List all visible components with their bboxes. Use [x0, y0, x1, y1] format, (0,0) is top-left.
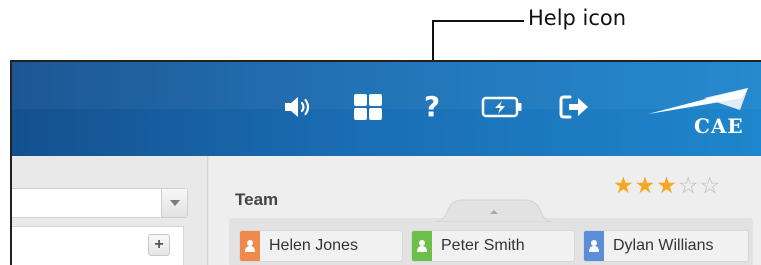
star-empty-icon[interactable]: ☆: [700, 174, 721, 198]
help-icon[interactable]: ?: [419, 92, 445, 122]
filter-select[interactable]: [12, 188, 188, 218]
logout-icon[interactable]: [558, 92, 592, 122]
star-filled-icon[interactable]: ★: [613, 174, 634, 198]
star-filled-icon[interactable]: ★: [635, 174, 656, 198]
battery-icon[interactable]: [480, 92, 524, 122]
top-bar: ? CAE: [12, 62, 761, 156]
team-member[interactable]: Helen Jones: [239, 230, 403, 262]
callout-label: Help icon: [528, 6, 627, 30]
chevron-down-icon: [169, 200, 180, 206]
grid-icon[interactable]: [352, 92, 384, 122]
person-icon: [584, 231, 604, 261]
callout-line: [432, 20, 524, 22]
left-panel: +: [12, 156, 208, 265]
team-member[interactable]: Peter Smith: [411, 230, 575, 262]
star-empty-icon[interactable]: ☆: [678, 174, 699, 198]
screenshot: Help icon ? CAE + Team ★ ★ ★ ☆ ☆ Helen J…: [0, 0, 761, 265]
star-filled-icon[interactable]: ★: [656, 174, 677, 198]
member-name: Helen Jones: [269, 237, 358, 254]
person-icon: [412, 231, 432, 261]
app-window: ? CAE + Team ★ ★ ★ ☆ ☆ Helen Jones Peter…: [10, 60, 761, 265]
member-name: Peter Smith: [441, 237, 525, 254]
speaker-icon[interactable]: [282, 92, 314, 122]
logo-text: CAE: [694, 114, 744, 138]
star-rating[interactable]: ★ ★ ★ ☆ ☆: [613, 174, 720, 198]
add-button[interactable]: +: [148, 234, 170, 256]
collapse-tab[interactable]: [435, 196, 553, 222]
member-name: Dylan Willians: [613, 237, 714, 254]
team-member[interactable]: Dylan Willians: [583, 230, 749, 262]
person-icon: [240, 231, 260, 261]
dropdown-button[interactable]: [161, 189, 187, 217]
team-panel: Team ★ ★ ★ ☆ ☆ Helen Jones Peter Smith D…: [209, 156, 761, 265]
team-heading: Team: [235, 190, 279, 209]
